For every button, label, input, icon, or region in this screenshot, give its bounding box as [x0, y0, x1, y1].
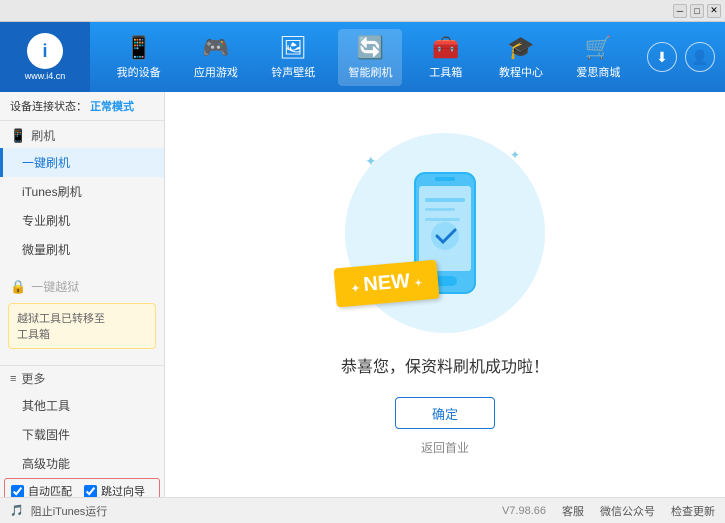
- close-button[interactable]: ✕: [707, 4, 721, 18]
- logo[interactable]: i www.i4.cn: [0, 22, 90, 92]
- minimize-button[interactable]: ─: [673, 4, 687, 18]
- sidebar-download-firmware[interactable]: 下载固件: [0, 420, 164, 449]
- sidebar-pro-flash[interactable]: 专业刷机: [0, 206, 164, 235]
- confirm-button[interactable]: 确定: [395, 397, 495, 429]
- sidebar-wipe-flash[interactable]: 微量刷机: [0, 235, 164, 264]
- lock-icon: 🔒: [10, 279, 26, 295]
- toolbox-icon: 🧰: [432, 35, 459, 61]
- customer-service-link[interactable]: 客服: [562, 503, 584, 519]
- tutorial-icon: 🎓: [507, 35, 534, 61]
- sidebar-more-section: ≡ 更多 其他工具 下载固件 高级功能: [0, 361, 164, 478]
- nav-toolbox[interactable]: 🧰 工具箱: [416, 29, 476, 86]
- phone-circle: ✦ ✦: [345, 133, 545, 333]
- nav-right: ⬇ 👤: [647, 42, 725, 72]
- nav-apps-label: 应用游戏: [194, 64, 238, 80]
- skip-wizard-input[interactable]: [84, 485, 97, 498]
- download-button[interactable]: ⬇: [647, 42, 677, 72]
- nav-flash-label: 智能刷机: [348, 64, 392, 80]
- user-button[interactable]: 👤: [685, 42, 715, 72]
- nav-shop-label: 爱思商城: [576, 64, 620, 80]
- new-badge: NEW: [333, 260, 439, 308]
- nav-my-device[interactable]: 📱 我的设备: [107, 29, 171, 86]
- nav-smart-flash[interactable]: 🔄 智能刷机: [338, 29, 402, 86]
- bottom-left: 🎵 阻止iTunes运行: [10, 503, 502, 519]
- nav-apps-games[interactable]: 🎮 应用游戏: [184, 29, 248, 86]
- nav-wallpaper[interactable]: 🖼 铃声壁纸: [261, 29, 325, 86]
- flash-section-icon: 📱: [10, 128, 26, 144]
- sidebar-jailbreak-header: 🔒 一键越狱: [0, 272, 164, 299]
- sidebar-one-key-flash[interactable]: 一键刷机: [0, 148, 164, 177]
- main-layout: 设备连接状态： 正常模式 📱 刷机 一键刷机 iTunes刷机 专业刷机 微量刷…: [0, 92, 725, 497]
- flash-icon: 🔄: [357, 35, 384, 61]
- sparkle-top-left-icon: ✦: [365, 153, 377, 170]
- checkbox-row: 自动匹配 跳过向导: [4, 478, 160, 497]
- shop-icon: 🛒: [585, 35, 612, 61]
- title-bar: ─ □ ✕: [0, 0, 725, 22]
- sidebar-advanced[interactable]: 高级功能: [0, 449, 164, 478]
- sidebar-other-tools[interactable]: 其他工具: [0, 391, 164, 420]
- sidebar-flash-header: 📱 刷机: [0, 121, 164, 148]
- return-link[interactable]: 返回首业: [421, 439, 469, 456]
- logo-text: www.i4.cn: [25, 71, 66, 81]
- skip-wizard-checkbox[interactable]: 跳过向导: [84, 483, 145, 497]
- wallpaper-icon: 🖼: [279, 35, 307, 61]
- sidebar-flash-section: 📱 刷机 一键刷机 iTunes刷机 专业刷机 微量刷机: [0, 121, 164, 264]
- nav-wallpaper-label: 铃声壁纸: [271, 64, 315, 80]
- version-label: V7.98.66: [502, 505, 546, 517]
- content-area: ✦ ✦: [165, 92, 725, 497]
- sparkle-top-right-icon: ✦: [510, 148, 520, 162]
- wechat-link[interactable]: 微信公众号: [600, 503, 655, 519]
- top-nav: i www.i4.cn 📱 我的设备 🎮 应用游戏 🖼 铃声壁纸 🔄 智能刷机 …: [0, 22, 725, 92]
- maximize-button[interactable]: □: [690, 4, 704, 18]
- bottom-right: V7.98.66 客服 微信公众号 检查更新: [502, 503, 715, 519]
- more-icon: ≡: [10, 373, 16, 385]
- nav-shop[interactable]: 🛒 爱思商城: [566, 29, 630, 86]
- itunes-label: 阻止iTunes运行: [31, 503, 108, 519]
- device-icon: 📱: [125, 35, 152, 61]
- nav-tutorial-label: 教程中心: [499, 64, 543, 80]
- jailbreak-note: 越狱工具已转移至工具箱: [8, 303, 156, 349]
- itunes-icon: 🎵: [10, 504, 24, 517]
- apps-icon: 🎮: [202, 35, 229, 61]
- nav-my-device-label: 我的设备: [117, 64, 161, 80]
- success-message: 恭喜您，保资料刷机成功啦！: [341, 353, 549, 377]
- nav-toolbox-label: 工具箱: [429, 64, 462, 80]
- sidebar-itunes-flash[interactable]: iTunes刷机: [0, 177, 164, 206]
- phone-illustration: ✦ ✦: [345, 133, 545, 333]
- nav-items: 📱 我的设备 🎮 应用游戏 🖼 铃声壁纸 🔄 智能刷机 🧰 工具箱 🎓 教程中心…: [90, 22, 647, 92]
- bottom-bar: 🎵 阻止iTunes运行 V7.98.66 客服 微信公众号 检查更新: [0, 497, 725, 523]
- connection-status: 设备连接状态： 正常模式: [0, 92, 164, 121]
- auto-match-input[interactable]: [11, 485, 24, 498]
- sidebar: 设备连接状态： 正常模式 📱 刷机 一键刷机 iTunes刷机 专业刷机 微量刷…: [0, 92, 165, 497]
- nav-tutorial[interactable]: 🎓 教程中心: [489, 29, 553, 86]
- auto-match-checkbox[interactable]: 自动匹配: [11, 483, 72, 497]
- logo-icon: i: [27, 33, 63, 69]
- sidebar-more-header: ≡ 更多: [0, 365, 164, 391]
- sidebar-jailbreak-section: 🔒 一键越狱 越狱工具已转移至工具箱: [0, 272, 164, 353]
- check-update-link[interactable]: 检查更新: [671, 503, 715, 519]
